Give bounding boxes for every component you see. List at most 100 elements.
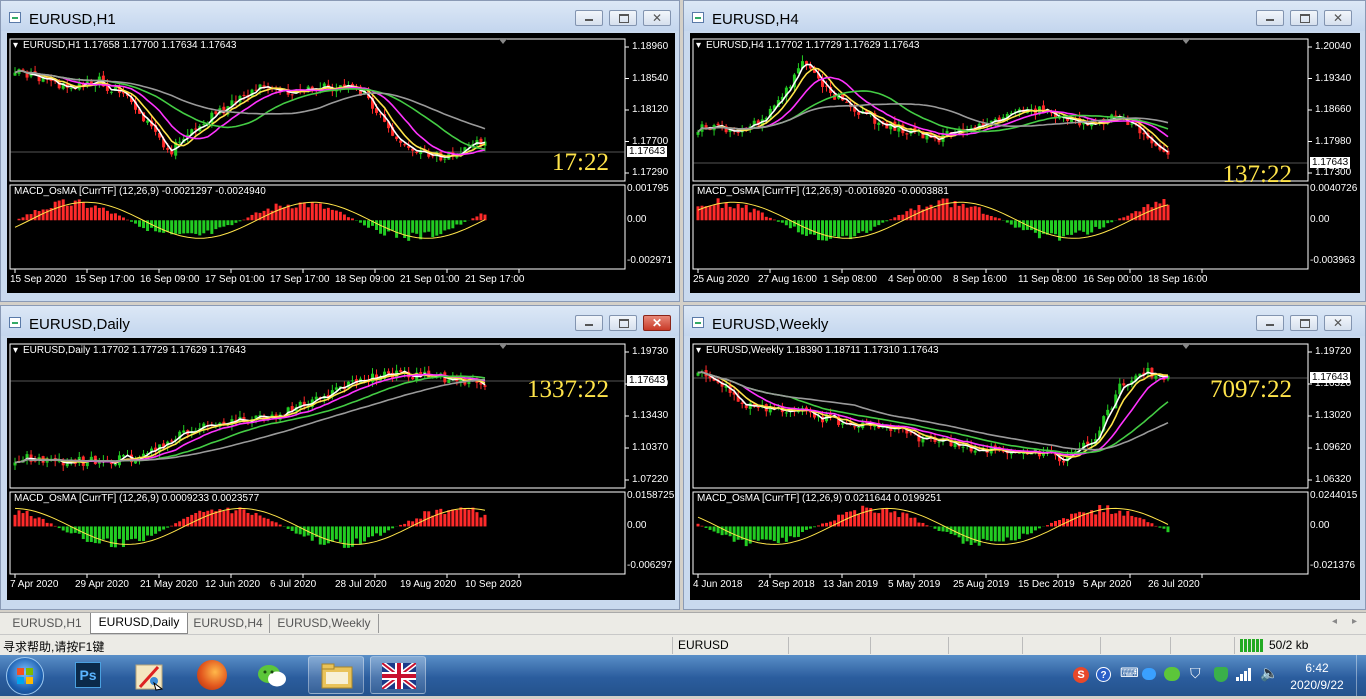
macd-bar [833, 220, 836, 236]
status-divider [1170, 637, 1171, 654]
sogou-ime-icon[interactable]: S [1073, 667, 1089, 683]
paint-app-button[interactable] [122, 656, 178, 694]
file-explorer-button[interactable] [308, 656, 364, 694]
chart-window-h1[interactable]: EURUSD,H1 ✕ EURUSD,H1 1.17658 1.17700 1.… [0, 0, 680, 302]
candle-body [785, 412, 788, 413]
macd-bar [697, 524, 700, 527]
tab-eurusd-h4[interactable]: EURUSD,H4 [187, 614, 270, 633]
show-desktop-button[interactable] [1356, 655, 1366, 696]
firefox-button[interactable] [184, 656, 240, 694]
macd-bar [26, 511, 29, 527]
macd-bar [455, 220, 458, 224]
candle-body [170, 441, 173, 442]
macd-bar [1050, 220, 1053, 233]
chart-menu-arrow-icon[interactable]: ▾ [13, 40, 18, 51]
macd-bar [98, 526, 101, 543]
tab-eurusd-h1[interactable]: EURUSD,H1 [4, 614, 91, 633]
chart-window-weekly[interactable]: EURUSD,Weekly ✕ EURUSD,Weekly 1.18390 1.… [683, 305, 1366, 610]
macd-bar [881, 508, 884, 526]
macd-bar [158, 526, 161, 531]
start-orb-icon[interactable] [6, 657, 44, 695]
minimize-button[interactable] [575, 315, 603, 331]
maximize-button[interactable] [609, 10, 637, 26]
chart-menu-arrow-icon[interactable]: ▾ [13, 345, 18, 356]
macd-bar [745, 526, 748, 546]
network-icon[interactable]: ⛉ [1190, 665, 1201, 682]
tray-clock-time[interactable]: 6:42 [1282, 661, 1352, 675]
macd-bar [769, 218, 772, 220]
macd-bar [118, 526, 121, 538]
macd-bar [375, 220, 378, 230]
macd-bar [194, 513, 197, 526]
time-axis-label: 16 Sep 00:00 [1083, 274, 1143, 285]
price-axis-label: 1.13020 [1315, 410, 1351, 421]
macd-bar [202, 512, 205, 526]
macd-bar [841, 220, 844, 236]
status-divider [1234, 637, 1235, 654]
macd-bar [323, 209, 326, 220]
macd-bar [1038, 526, 1041, 528]
minimize-button[interactable] [1256, 315, 1284, 331]
cloud-app-icon[interactable] [1142, 668, 1156, 680]
tab-eurusd-daily[interactable]: EURUSD,Daily [90, 613, 188, 634]
tab-scroll-left-icon[interactable]: ◂ [1332, 616, 1337, 627]
chart-area[interactable]: EURUSD,H4 1.17702 1.17729 1.17629 1.1764… [690, 33, 1360, 293]
macd-header: MACD_OsMA [CurrTF] (12,26,9) 0.0009233 0… [14, 493, 259, 504]
metatrader-button[interactable] [370, 656, 426, 694]
security-shield-icon[interactable] [1214, 667, 1228, 682]
macd-bar [1118, 218, 1121, 220]
close-icon: ✕ [644, 10, 670, 26]
minimize-button[interactable] [575, 10, 603, 26]
chart-area[interactable]: EURUSD,Daily 1.17702 1.17729 1.17629 1.1… [7, 338, 675, 600]
signal-strength-icon[interactable] [1236, 667, 1252, 681]
macd-bar [966, 208, 969, 221]
tray-clock-date[interactable]: 2020/9/22 [1282, 678, 1352, 692]
photoshop-button[interactable]: Ps [60, 656, 116, 694]
macd-bar [283, 207, 286, 220]
macd-bar [26, 214, 29, 220]
close-button[interactable]: ✕ [1324, 10, 1352, 26]
macd-bar [1034, 220, 1037, 233]
chart-window-icon [9, 317, 21, 328]
candle-countdown-timer: 1337:22 [527, 376, 609, 404]
candle-body [938, 442, 941, 443]
close-button[interactable]: ✕ [1324, 315, 1352, 331]
title-bar[interactable]: EURUSD,H1 ✕ [1, 1, 679, 31]
macd-bar [817, 525, 820, 526]
maximize-button[interactable] [609, 315, 637, 331]
tab-eurusd-weekly[interactable]: EURUSD,Weekly [270, 614, 379, 633]
chart-area[interactable]: EURUSD,Weekly 1.18390 1.18711 1.17310 1.… [690, 338, 1360, 600]
close-button[interactable]: ✕ [643, 10, 671, 26]
chart-window-h4[interactable]: EURUSD,H4 ✕ EURUSD,H4 1.17702 1.17729 1.… [683, 0, 1366, 302]
chart-area[interactable]: EURUSD,H1 1.17658 1.17700 1.17634 1.1764… [7, 33, 675, 293]
macd-bar [1150, 207, 1153, 220]
current-price-label: 1.17643 [627, 146, 667, 157]
macd-bar [889, 512, 892, 526]
keyboard-icon[interactable]: ⌨ [1120, 665, 1139, 681]
macd-bar [893, 217, 896, 220]
tab-scroll-right-icon[interactable]: ▸ [1352, 616, 1357, 627]
chart-menu-arrow-icon[interactable]: ▾ [696, 345, 701, 356]
minimize-button[interactable] [1256, 10, 1284, 26]
macd-bar [134, 526, 137, 538]
wechat-tray-icon[interactable] [1164, 667, 1180, 681]
maximize-button[interactable] [1290, 10, 1318, 26]
close-button[interactable]: ✕ [643, 315, 671, 331]
chart-window-daily[interactable]: EURUSD,Daily ✕ EURUSD,Daily 1.17702 1.17… [0, 305, 680, 610]
candle-body [1142, 133, 1145, 134]
volume-muted-icon[interactable]: 🔈 [1260, 664, 1279, 682]
macd-bar [367, 526, 370, 537]
macd-bar [359, 526, 362, 544]
macd-bar [1162, 199, 1165, 220]
macd-bar [713, 526, 716, 531]
title-bar[interactable]: EURUSD,Weekly ✕ [684, 306, 1365, 336]
title-bar[interactable]: EURUSD,Daily ✕ [1, 306, 679, 336]
maximize-button[interactable] [1290, 315, 1318, 331]
chart-menu-arrow-icon[interactable]: ▾ [696, 40, 701, 51]
candle-body [857, 427, 860, 428]
title-bar[interactable]: EURUSD,H4 ✕ [684, 1, 1365, 31]
macd-bar [479, 517, 482, 526]
help-icon[interactable]: ? [1096, 667, 1111, 682]
macd-bar [913, 518, 916, 527]
wechat-button[interactable] [244, 656, 300, 694]
